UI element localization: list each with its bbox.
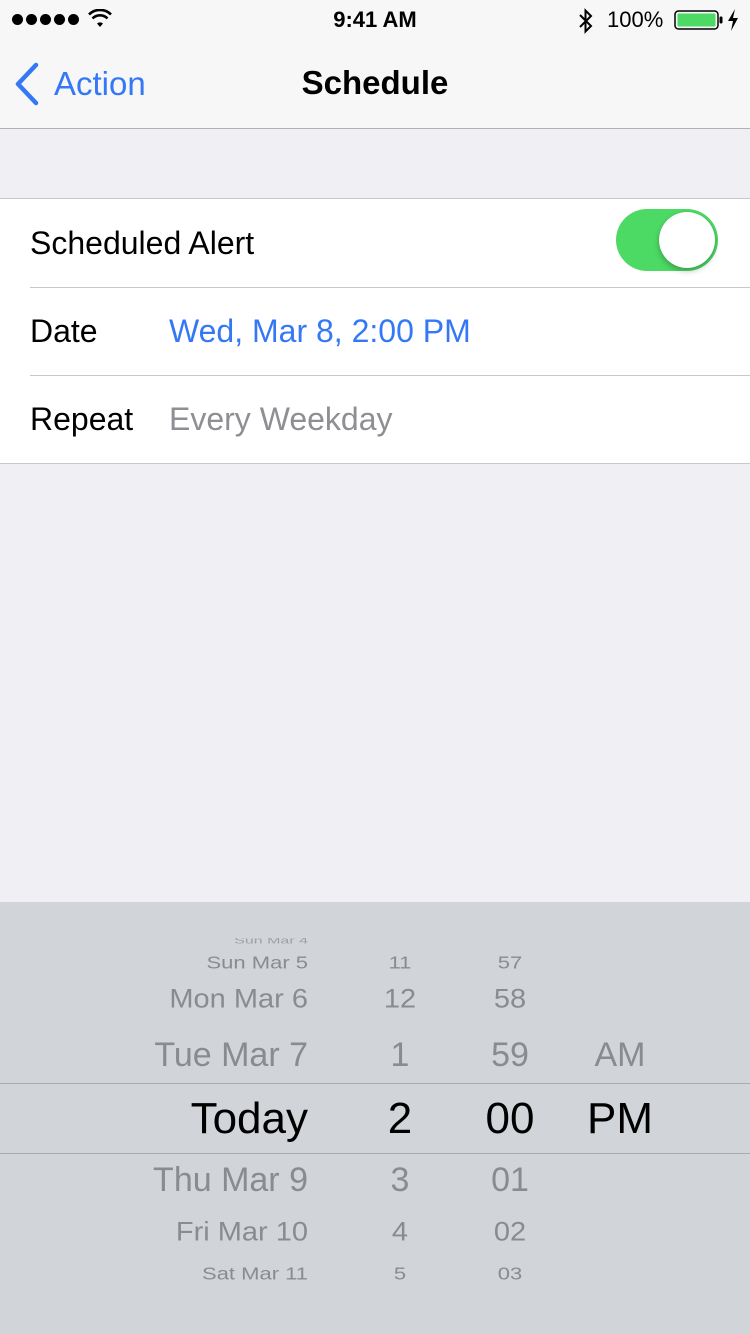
- picker-hour-column[interactable]: 11 12 1 2 3 4 5: [340, 902, 460, 1334]
- picker-minute-item[interactable]: 58: [450, 984, 570, 1014]
- picker-minute-item[interactable]: 59: [450, 1036, 570, 1075]
- picker-hour-item[interactable]: 11: [340, 953, 460, 974]
- scheduled-alert-label: Scheduled Alert: [30, 225, 255, 261]
- picker-date-item[interactable]: Thu Mar 9: [153, 1161, 308, 1200]
- picker-hour-item[interactable]: 12: [340, 984, 460, 1014]
- navigation-bar: Action Schedule: [0, 40, 750, 129]
- toggle-knob: [659, 212, 715, 268]
- date-picker[interactable]: Sun Mar 4 Sun Mar 5 Mon Mar 6 Tue Mar 7 …: [0, 902, 750, 1334]
- picker-minute-selected[interactable]: 00: [450, 1094, 570, 1144]
- picker-date-selected[interactable]: Today: [191, 1094, 308, 1144]
- picker-date-item[interactable]: Tue Mar 7: [154, 1036, 308, 1075]
- picker-ampm-selected[interactable]: PM: [560, 1094, 680, 1144]
- picker-hour-item[interactable]: 1: [340, 1036, 460, 1075]
- picker-minute-item[interactable]: 57: [450, 953, 570, 974]
- picker-date-column[interactable]: Sun Mar 4 Sun Mar 5 Mon Mar 6 Tue Mar 7 …: [0, 902, 320, 1334]
- picker-minute-column[interactable]: 57 58 59 00 01 02 03: [450, 902, 570, 1334]
- picker-minute-item[interactable]: 03: [450, 1264, 570, 1285]
- date-label: Date: [30, 313, 98, 349]
- picker-minute-item[interactable]: 01: [450, 1161, 570, 1200]
- date-value[interactable]: Wed, Mar 8, 2:00 PM: [169, 313, 471, 350]
- page-title: Schedule: [301, 64, 449, 101]
- picker-date-item[interactable]: Mon Mar 6: [169, 984, 308, 1014]
- picker-hour-item[interactable]: 5: [340, 1264, 460, 1285]
- charging-bolt-icon: [728, 9, 738, 31]
- picker-date-item[interactable]: Sun Mar 5: [207, 953, 309, 974]
- repeat-label: Repeat: [30, 401, 134, 437]
- picker-ghost-row: Sun Mar 4: [234, 938, 308, 944]
- picker-hour-item[interactable]: 4: [340, 1217, 460, 1247]
- picker-date-item[interactable]: Fri Mar 10: [176, 1217, 308, 1247]
- battery-percent: 100%: [607, 7, 664, 32]
- scheduled-alert-toggle[interactable]: [616, 209, 718, 271]
- repeat-row[interactable]: Repeat Every Weekday: [0, 375, 750, 463]
- date-row[interactable]: Date Wed, Mar 8, 2:00 PM: [0, 287, 750, 375]
- repeat-value[interactable]: Every Weekday: [169, 401, 393, 438]
- battery-icon: [674, 10, 723, 30]
- picker-hour-selected[interactable]: 2: [340, 1094, 460, 1144]
- picker-date-item[interactable]: Sat Mar 11: [202, 1264, 308, 1285]
- bluetooth-icon: [579, 8, 593, 34]
- scheduled-alert-row: Scheduled Alert: [0, 199, 750, 287]
- settings-table: Scheduled Alert Date Wed, Mar 8, 2:00 PM…: [0, 198, 750, 464]
- picker-ampm-column[interactable]: AM PM: [560, 902, 680, 1334]
- picker-minute-item[interactable]: 02: [450, 1217, 570, 1247]
- picker-ampm-item[interactable]: AM: [560, 1036, 680, 1075]
- picker-hour-item[interactable]: 3: [340, 1161, 460, 1200]
- status-bar: 9:41 AM 100%: [0, 0, 750, 40]
